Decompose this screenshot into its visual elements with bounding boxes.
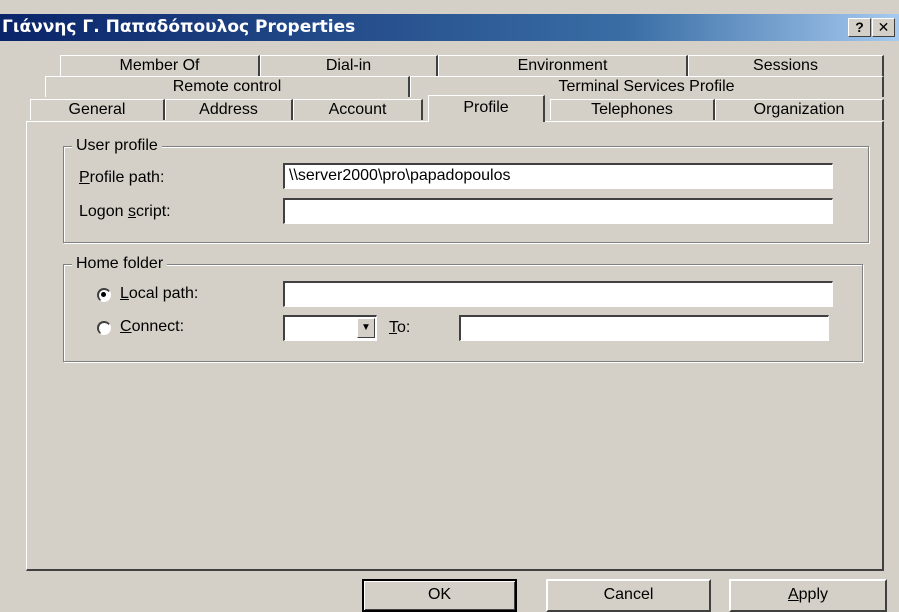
ok-button-label: OK <box>427 586 452 603</box>
tab-environment[interactable]: Environment <box>438 55 688 76</box>
cancel-button[interactable]: Cancel <box>546 579 711 612</box>
window-title: Γιάννης Γ. Παπαδόπουλος Properties <box>2 17 356 37</box>
profile-path-input[interactable]: \\server2000\pro\papadopoulos <box>283 163 833 189</box>
local-path-input[interactable] <box>283 281 833 307</box>
tab-label: Member Of <box>119 57 200 74</box>
tab-label: Address <box>199 101 258 118</box>
tab-dial-in[interactable]: Dial-in <box>260 55 438 76</box>
connect-label[interactable]: Connect: <box>120 317 184 337</box>
tab-label: Remote control <box>172 78 282 95</box>
apply-button[interactable]: Apply <box>729 579 887 612</box>
home-folder-group: Home folder <box>63 254 863 362</box>
connect-radio[interactable] <box>97 321 111 335</box>
tab-address[interactable]: Address <box>165 99 293 120</box>
tab-label: Organization <box>753 101 845 118</box>
ok-button[interactable]: OK <box>362 579 517 612</box>
tab-telephones[interactable]: Telephones <box>550 99 715 120</box>
local-path-radio[interactable] <box>97 288 111 302</box>
user-profile-group: User profile <box>63 136 869 243</box>
help-button[interactable]: ? <box>848 18 871 37</box>
tab-member-of[interactable]: Member Of <box>60 55 260 76</box>
tab-label: Terminal Services Profile <box>558 78 735 95</box>
close-icon: ✕ <box>877 19 890 35</box>
tab-label: Sessions <box>753 57 818 74</box>
close-button[interactable]: ✕ <box>872 18 895 37</box>
cancel-button-label: Cancel <box>603 586 654 603</box>
tab-sessions[interactable]: Sessions <box>688 55 884 76</box>
tab-label: General <box>68 101 126 118</box>
tab-organization[interactable]: Organization <box>715 99 884 120</box>
title-bar[interactable]: Γιάννης Γ. Παπαδόπουλος Properties ? ✕ <box>0 14 899 41</box>
tab-remote-control[interactable]: Remote control <box>45 76 410 97</box>
logon-script-input[interactable] <box>283 198 833 224</box>
help-icon: ? <box>855 19 864 35</box>
dropdown-arrow-icon[interactable]: ▼ <box>357 318 375 338</box>
tab-label: Telephones <box>591 101 673 118</box>
tab-terminal-services-profile[interactable]: Terminal Services Profile <box>410 76 884 97</box>
profile-tab-panel: User profile Profile path: \\server2000\… <box>26 121 884 571</box>
tab-general[interactable]: General <box>30 99 165 120</box>
tab-label: Dial-in <box>325 57 372 74</box>
tab-label: Account <box>328 101 387 118</box>
properties-dialog: Γιάννης Γ. Παπαδόπουλος Properties ? ✕ M… <box>0 0 899 612</box>
tab-account[interactable]: Account <box>293 99 423 120</box>
tab-profile[interactable]: Profile <box>428 95 545 122</box>
local-path-label[interactable]: Local path: <box>120 284 198 304</box>
to-path-input[interactable] <box>459 315 829 341</box>
home-folder-legend: Home folder <box>72 254 168 274</box>
tab-label: Environment <box>517 57 608 74</box>
profile-path-label: Profile path: <box>79 169 165 186</box>
to-label: To: <box>389 319 411 336</box>
logon-script-label: Logon script: <box>79 203 171 220</box>
radio-selected-icon <box>101 292 106 297</box>
apply-button-label: Apply <box>787 586 829 603</box>
user-profile-legend: User profile <box>72 136 162 156</box>
tab-label: Profile <box>463 99 509 116</box>
